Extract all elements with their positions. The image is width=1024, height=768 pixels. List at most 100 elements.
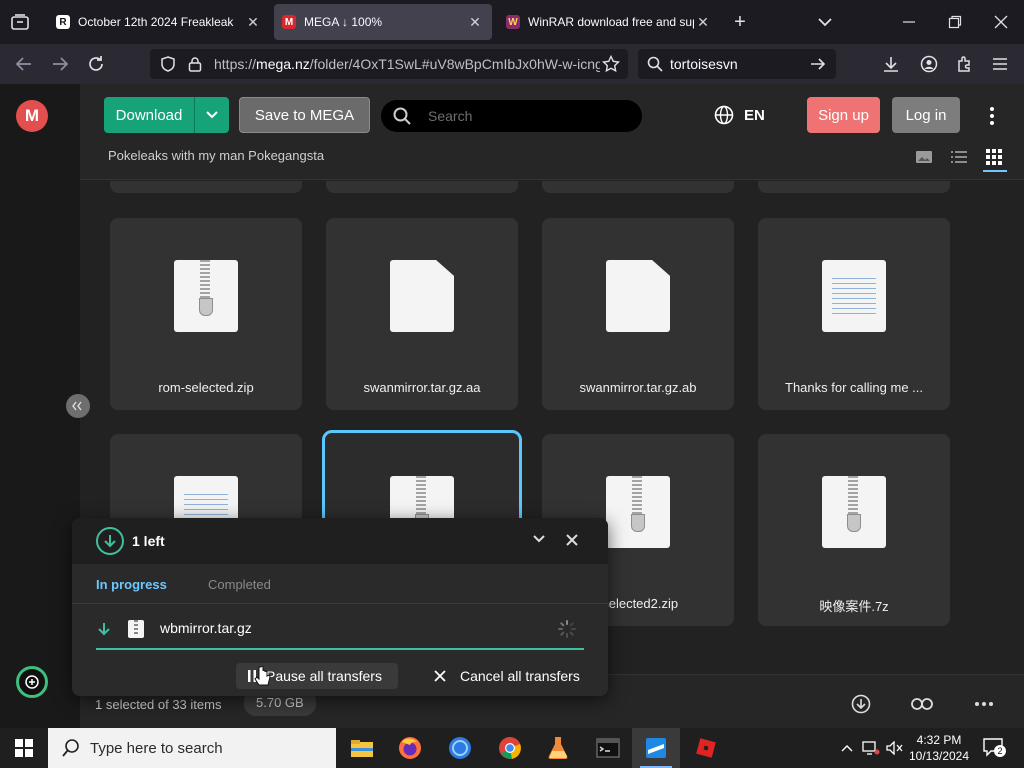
file-card[interactable]: Thanks for calling me ...	[758, 218, 950, 410]
file-card-partial[interactable]	[326, 181, 518, 193]
file-name: 映像案件.7z	[819, 599, 889, 614]
tab-in-progress[interactable]: In progress	[96, 577, 167, 592]
media-app-icon[interactable]	[436, 728, 484, 768]
tab-completed[interactable]: Completed	[208, 577, 271, 592]
lock-icon[interactable]	[188, 56, 202, 72]
file-card-partial[interactable]	[110, 181, 302, 193]
login-button[interactable]: Log in	[892, 97, 960, 133]
list-all-tabs-icon[interactable]	[815, 12, 835, 32]
firefox-icon[interactable]	[386, 728, 434, 768]
chevron-down-icon[interactable]	[532, 534, 546, 544]
close-icon[interactable]	[565, 533, 579, 547]
windows-start-icon[interactable]	[0, 728, 48, 768]
transfer-status-icon[interactable]	[16, 666, 48, 698]
list-view-icon[interactable]	[950, 149, 968, 165]
mega-logo[interactable]: M	[16, 100, 48, 132]
file-name: Thanks for calling me ...	[785, 380, 923, 395]
tab-label: MEGA ↓ 100%	[304, 15, 383, 29]
back-icon[interactable]	[12, 52, 36, 76]
language-selector[interactable]: EN	[714, 105, 765, 125]
file-card-partial[interactable]	[758, 181, 950, 193]
flask-app-icon[interactable]	[534, 728, 582, 768]
chrome-icon[interactable]	[486, 728, 534, 768]
extensions-icon[interactable]	[953, 52, 977, 76]
shield-icon[interactable]	[160, 56, 176, 72]
forward-icon[interactable]	[48, 52, 72, 76]
mega-search-input[interactable]: Search	[381, 100, 642, 132]
search-placeholder: Search	[428, 108, 473, 124]
tab-mega[interactable]: M MEGA ↓ 100% ✕	[274, 4, 492, 40]
more-options-icon[interactable]	[984, 105, 1000, 127]
save-to-mega-button[interactable]: Save to MEGA	[239, 97, 370, 133]
taskbar-search-box[interactable]: Type here to search	[48, 728, 336, 768]
file-card-partial[interactable]	[542, 181, 734, 193]
volume-muted-icon[interactable]	[884, 728, 906, 768]
terminal-icon[interactable]	[584, 728, 632, 768]
network-icon[interactable]	[860, 728, 882, 768]
clock-date: 10/13/2024	[908, 749, 970, 763]
mega-page: M Download Save to MEGA Search EN Sign u…	[0, 84, 1024, 728]
roblox-icon[interactable]	[682, 728, 730, 768]
file-explorer-icon[interactable]	[338, 728, 386, 768]
url-text: https://mega.nz/folder/4OxT1SwL#uV8wBpCm…	[214, 56, 600, 72]
generic-file-icon	[606, 260, 670, 332]
transfer-tabs: In progress Completed	[72, 564, 608, 604]
sidebar-collapse-handle[interactable]	[66, 394, 90, 418]
go-arrow-icon[interactable]	[810, 56, 826, 72]
download-button[interactable]: Download	[104, 97, 229, 133]
file-card[interactable]: swanmirror.tar.gz.aa	[326, 218, 518, 410]
zip-file-icon	[606, 476, 670, 548]
close-window-icon[interactable]	[989, 10, 1013, 34]
browser-tab-bar: R October 12th 2024 Freakleak ✕ M MEGA ↓…	[0, 0, 1024, 44]
chevron-down-icon[interactable]	[194, 97, 229, 133]
close-tab-icon[interactable]: ✕	[244, 13, 262, 31]
transfer-manager-panel: 1 left In progress Completed wbmirror.ta…	[72, 518, 608, 696]
globe-icon	[714, 105, 734, 125]
file-card[interactable]: swanmirror.tar.gz.ab	[542, 218, 734, 410]
more-horizontal-icon[interactable]	[973, 693, 995, 715]
mouse-pointer-icon	[254, 666, 272, 688]
close-tab-icon[interactable]: ✕	[694, 13, 712, 31]
file-card[interactable]: rom-selected.zip	[110, 218, 302, 410]
downloads-icon[interactable]	[879, 52, 903, 76]
browser-search-bar[interactable]: tortoisesvn	[638, 49, 836, 79]
address-bar[interactable]: https://mega.nz/folder/4OxT1SwL#uV8wBpCm…	[150, 49, 628, 79]
browser-nav-bar: https://mega.nz/folder/4OxT1SwL#uV8wBpCm…	[0, 44, 1024, 84]
blue-app-icon[interactable]	[632, 728, 680, 768]
tab-freakleak[interactable]: R October 12th 2024 Freakleak ✕	[48, 4, 270, 40]
text-file-icon	[822, 260, 886, 332]
tab-list-icon[interactable]	[8, 10, 32, 34]
cancel-all-button[interactable]: Cancel all transfers	[430, 663, 580, 689]
grid-view-icon[interactable]	[986, 149, 1004, 165]
new-tab-icon[interactable]: +	[729, 11, 751, 33]
close-tab-icon[interactable]: ✕	[466, 13, 484, 31]
restore-icon[interactable]	[943, 10, 967, 34]
mega-top-bar: Download Save to MEGA Search EN Sign up …	[80, 84, 1024, 180]
transfer-header: 1 left	[72, 518, 608, 564]
signup-button[interactable]: Sign up	[807, 97, 880, 133]
tab-winrar[interactable]: W WinRAR download free and sup ✕	[498, 4, 720, 40]
notification-center-icon[interactable]: 2	[982, 737, 1006, 759]
clock-time: 4:32 PM	[916, 733, 962, 747]
system-clock[interactable]: 4:32 PM 10/13/2024	[908, 732, 970, 764]
search-icon	[62, 739, 80, 757]
download-label: Download	[115, 106, 183, 124]
link-icon[interactable]	[911, 693, 933, 715]
chevron-up-icon[interactable]	[838, 728, 856, 768]
account-icon[interactable]	[917, 52, 941, 76]
download-arrow-icon	[98, 622, 110, 636]
file-name: swanmirror.tar.gz.ab	[579, 380, 697, 395]
generic-file-icon	[390, 260, 454, 332]
download-arrow-icon	[96, 527, 124, 555]
bookmark-star-icon[interactable]	[602, 55, 620, 73]
menu-icon[interactable]	[988, 52, 1012, 76]
minimize-icon[interactable]	[897, 10, 921, 34]
zip-file-icon	[174, 260, 238, 332]
winrar-favicon-icon: W	[506, 15, 520, 29]
reload-icon[interactable]	[84, 52, 108, 76]
taskbar-search-placeholder: Type here to search	[90, 739, 223, 757]
file-card[interactable]: 映像案件.7z	[758, 434, 950, 626]
download-circle-icon[interactable]	[850, 693, 872, 715]
transfer-row[interactable]: wbmirror.tar.gz	[96, 614, 584, 650]
thumbnail-view-icon[interactable]	[915, 149, 933, 165]
